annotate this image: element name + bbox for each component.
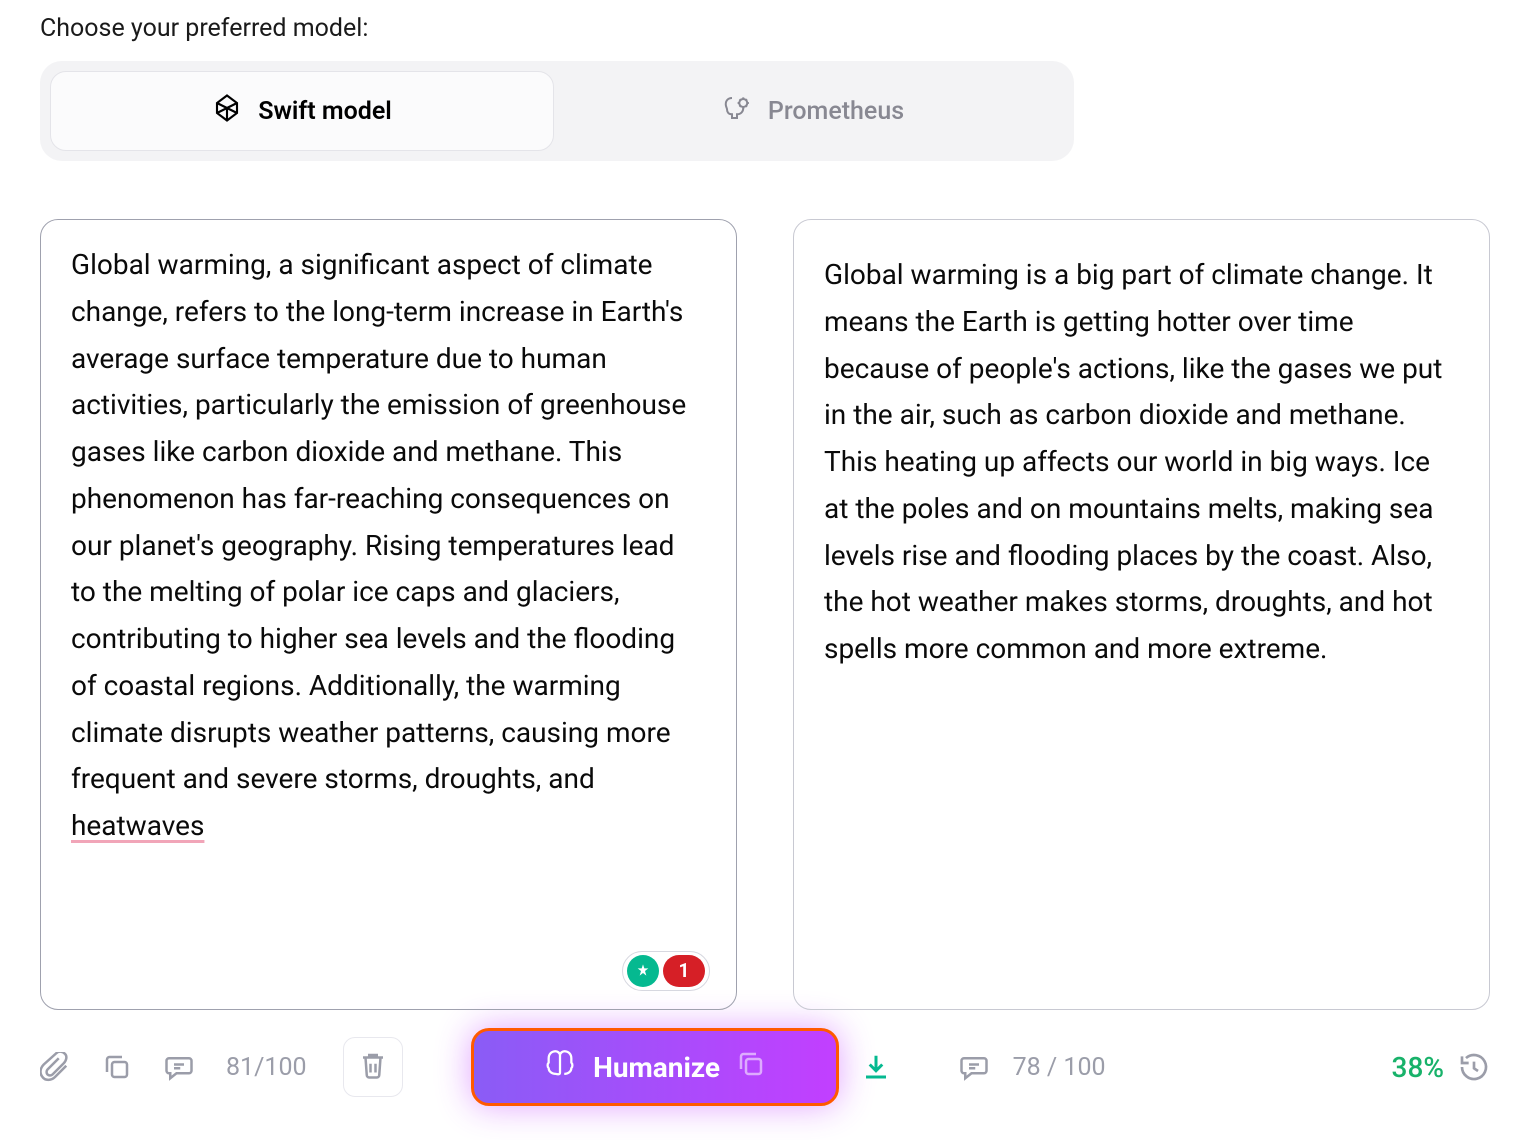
source-text-panel[interactable]: Global warming, a significant aspect of … — [40, 219, 737, 1010]
brain-gear-icon — [722, 93, 752, 130]
model-selector: Swift model Prometheus — [40, 61, 1074, 161]
source-text: Global warming, a significant aspect of … — [71, 248, 686, 795]
tab-swift-model[interactable]: Swift model — [50, 71, 554, 151]
ai-score-percent: 38% — [1392, 1051, 1444, 1084]
clear-button[interactable] — [343, 1037, 403, 1097]
lightbulb-icon — [627, 955, 659, 987]
humanize-label: Humanize — [593, 1051, 720, 1084]
footer-right-group: 78 / 100 — [959, 1052, 1106, 1082]
text-panels: Global warming, a significant aspect of … — [40, 219, 1490, 1010]
download-icon[interactable] — [861, 1052, 891, 1082]
humanize-group: Humanize — [471, 1028, 891, 1106]
footer-left-group: 81/100 — [40, 1037, 403, 1097]
paperclip-icon[interactable] — [40, 1052, 70, 1082]
tab-prometheus[interactable]: Prometheus — [562, 71, 1064, 151]
footer-end-group: 38% — [1392, 1051, 1490, 1084]
suggestion-badge[interactable]: 1 — [622, 951, 710, 991]
footer-bar: 81/100 Humanize 78 / 100 — [40, 1028, 1490, 1106]
suggestion-count: 1 — [663, 955, 705, 987]
history-icon[interactable] — [1458, 1051, 1490, 1083]
source-word-count: 81/100 — [226, 1053, 307, 1082]
output-text-panel[interactable]: Global warming is a big part of climate … — [793, 219, 1490, 1010]
chat-icon[interactable] — [959, 1052, 989, 1082]
humanize-button[interactable]: Humanize — [471, 1028, 839, 1106]
flagged-word[interactable]: heatwaves — [71, 809, 204, 842]
model-tab-label: Swift model — [258, 97, 392, 126]
diamond-icon — [212, 93, 242, 130]
brain-icon — [543, 1047, 577, 1088]
copy-output-icon — [736, 1049, 766, 1086]
model-chooser-label: Choose your preferred model: — [40, 14, 1490, 43]
chat-icon[interactable] — [164, 1052, 194, 1082]
copy-icon[interactable] — [102, 1052, 132, 1082]
model-tab-label: Prometheus — [768, 97, 904, 126]
trash-icon — [358, 1050, 388, 1080]
output-word-count: 78 / 100 — [1013, 1053, 1106, 1082]
output-text: Global warming is a big part of climate … — [824, 258, 1442, 665]
